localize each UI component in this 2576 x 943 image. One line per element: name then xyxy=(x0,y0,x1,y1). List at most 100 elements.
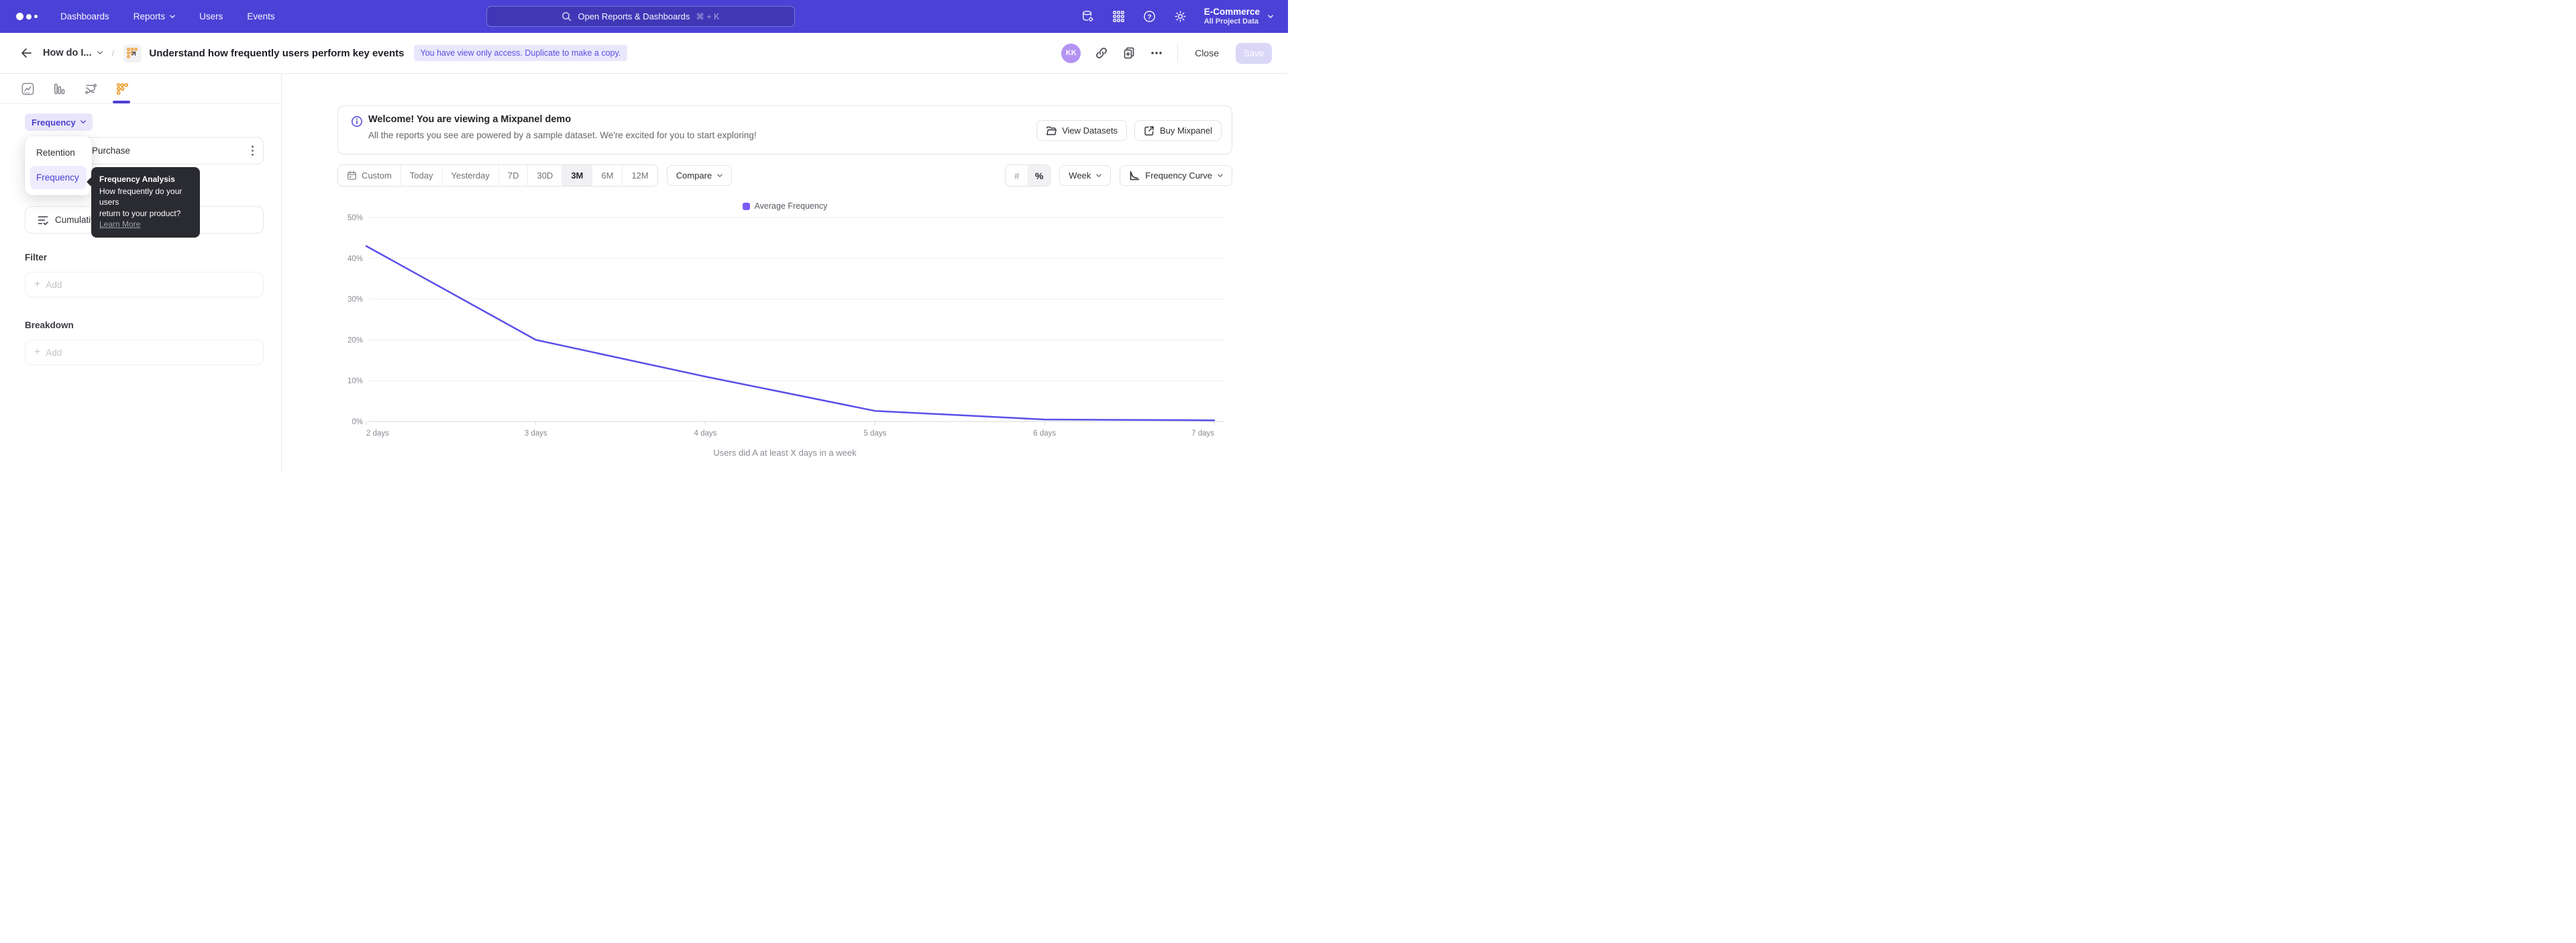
banner-title: Welcome! You are viewing a Mixpanel demo xyxy=(368,114,571,125)
svg-text:20%: 20% xyxy=(347,336,363,344)
back-arrow-icon[interactable] xyxy=(19,46,32,60)
info-icon xyxy=(351,115,363,128)
line-chart-canvas[interactable]: 0%10%20%30%40%50%2 days3 days4 days5 day… xyxy=(337,213,1232,442)
global-search-input[interactable]: Open Reports & Dashboards ⌘ + K xyxy=(486,6,795,27)
view-only-badge[interactable]: You have view only access. Duplicate to … xyxy=(414,45,628,61)
avatar[interactable]: KK xyxy=(1061,44,1081,63)
menu-option-retention[interactable]: Retention xyxy=(30,142,87,163)
view-datasets-button[interactable]: View Datasets xyxy=(1036,120,1127,141)
divider xyxy=(1177,44,1178,62)
svg-text:30%: 30% xyxy=(347,296,363,304)
analysis-type-dropdown[interactable]: Frequency xyxy=(25,113,93,131)
plus-icon: + xyxy=(34,279,40,290)
interval-dropdown[interactable]: Week xyxy=(1059,165,1111,186)
range-today[interactable]: Today xyxy=(400,165,442,186)
tooltip-title: Frequency Analysis xyxy=(99,174,192,185)
frequency-chart: Average Frequency 0%10%20%30%40%50%2 day… xyxy=(337,199,1232,458)
chevron-down-icon xyxy=(97,50,103,56)
nav-users[interactable]: Users xyxy=(199,11,223,21)
project-scope: All Project Data xyxy=(1204,17,1260,26)
plus-icon: + xyxy=(34,347,40,358)
data-management-icon[interactable] xyxy=(1081,9,1095,23)
project-name: E-Commerce xyxy=(1204,7,1260,17)
svg-text:40%: 40% xyxy=(347,255,363,263)
measurement-icon xyxy=(37,214,49,226)
chart-type-dropdown[interactable]: Frequency Curve xyxy=(1120,165,1232,186)
chevron-down-icon xyxy=(717,173,722,179)
range-6m[interactable]: 6M xyxy=(592,165,622,186)
svg-text:6 days: 6 days xyxy=(1033,430,1056,438)
svg-text:5 days: 5 days xyxy=(863,430,886,438)
compare-dropdown[interactable]: Compare xyxy=(667,165,732,186)
buy-mixpanel-button[interactable]: Buy Mixpanel xyxy=(1134,120,1222,141)
breadcrumb[interactable]: How do I... xyxy=(43,48,103,58)
tab-insights[interactable] xyxy=(21,82,35,96)
nav-dashboards[interactable]: Dashboards xyxy=(60,11,109,21)
search-shortcut: ⌘ + K xyxy=(696,11,719,21)
search-icon xyxy=(561,11,572,21)
nav-events[interactable]: Events xyxy=(247,11,274,21)
duplicate-icon[interactable] xyxy=(1122,46,1136,60)
svg-text:50%: 50% xyxy=(347,214,363,222)
svg-text:2 days: 2 days xyxy=(366,430,389,438)
filter-heading: Filter xyxy=(25,252,47,262)
breakdown-heading: Breakdown xyxy=(25,320,74,330)
chevron-down-icon xyxy=(170,14,175,19)
folder-icon xyxy=(1046,126,1057,136)
add-filter-button[interactable]: + Add xyxy=(25,272,264,297)
range-30d[interactable]: 30D xyxy=(527,165,561,186)
range-3m[interactable]: 3M xyxy=(561,165,592,186)
apps-grid-icon[interactable] xyxy=(1112,9,1126,23)
absolute-numbers-toggle[interactable]: # xyxy=(1006,165,1028,186)
save-button[interactable]: Save xyxy=(1236,43,1272,64)
tooltip-desc-line2: return to your product? xyxy=(99,208,192,219)
tab-funnels[interactable] xyxy=(52,82,66,96)
frequency-curve-icon xyxy=(1129,170,1140,181)
external-link-icon xyxy=(1144,126,1155,136)
range-12m[interactable]: 12M xyxy=(622,165,657,186)
range-custom[interactable]: Custom xyxy=(338,165,400,186)
range-yesterday[interactable]: Yesterday xyxy=(442,165,498,186)
demo-banner: Welcome! You are viewing a Mixpanel demo… xyxy=(337,105,1232,154)
menu-option-frequency[interactable]: Frequency xyxy=(30,166,87,189)
more-options-icon[interactable] xyxy=(1150,46,1163,60)
chevron-down-icon xyxy=(1096,173,1102,179)
add-breakdown-button[interactable]: + Add xyxy=(25,340,264,365)
svg-text:7 days: 7 days xyxy=(1191,430,1214,438)
query-sidebar: Frequency Purchase Cumulative Frequency … xyxy=(0,74,282,472)
nav-reports[interactable]: Reports xyxy=(133,11,175,21)
learn-more-link[interactable]: Learn More xyxy=(99,219,140,229)
svg-text:0%: 0% xyxy=(352,418,363,426)
svg-text:?: ? xyxy=(1147,13,1151,21)
breadcrumb-separator: / xyxy=(112,48,115,58)
copy-link-icon[interactable] xyxy=(1095,46,1108,60)
active-tab-indicator xyxy=(113,101,130,103)
chart-toolbar: Custom Today Yesterday 7D 30D 3M 6M 12M … xyxy=(337,164,1232,187)
legend-swatch xyxy=(743,203,750,210)
main-content: Welcome! You are viewing a Mixpanel demo… xyxy=(282,74,1288,472)
retention-report-icon xyxy=(123,44,142,62)
close-button[interactable]: Close xyxy=(1192,44,1222,62)
percent-toggle[interactable]: % xyxy=(1028,165,1050,186)
calendar-icon xyxy=(347,170,357,181)
event-options-icon[interactable] xyxy=(252,146,254,156)
chart-legend[interactable]: Average Frequency xyxy=(337,199,1232,213)
help-icon[interactable]: ? xyxy=(1142,9,1157,23)
analysis-type-menu: Retention Frequency xyxy=(25,136,92,195)
tab-retention[interactable] xyxy=(115,82,129,96)
tooltip-desc-line1: How frequently do your users xyxy=(99,186,192,208)
legend-label: Average Frequency xyxy=(755,201,828,211)
chevron-down-icon xyxy=(1218,173,1223,179)
mixpanel-logo[interactable] xyxy=(16,13,38,20)
range-7d[interactable]: 7D xyxy=(498,165,528,186)
chevron-down-icon xyxy=(1268,14,1273,19)
tab-flows[interactable] xyxy=(84,82,98,96)
settings-gear-icon[interactable] xyxy=(1173,9,1187,23)
frequency-tooltip: Frequency Analysis How frequently do you… xyxy=(91,167,200,238)
project-switcher[interactable]: E-Commerce All Project Data xyxy=(1204,7,1273,26)
chevron-down-icon xyxy=(80,119,86,125)
report-type-tabs xyxy=(0,74,281,104)
event-label: Purchase xyxy=(92,146,130,156)
date-range-segment: Custom Today Yesterday 7D 30D 3M 6M 12M xyxy=(337,164,658,187)
search-placeholder: Open Reports & Dashboards xyxy=(578,11,690,21)
